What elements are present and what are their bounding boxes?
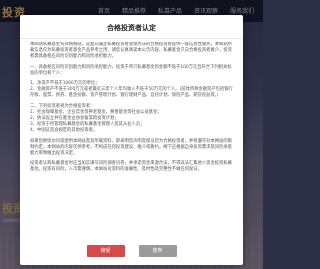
body-paragraph-intro: 本网站私募基金有效网络站，是面向满足私募投资者管理办法的合格投资者提供一般信息性…	[30, 42, 232, 60]
body-paragraph-section-1: 一、具备相应风险识别能力和风险承担能力，投资于单只私募基金的金额不低于100万元…	[30, 64, 232, 76]
body-paragraph-risk: 投资者认购私募基金时应当如实填写风险调查问卷，并承诺资金来源合法，不得非法汇集他…	[30, 161, 232, 173]
decline-button[interactable]: 放弃	[138, 245, 177, 257]
dialog-title: 合格投资者认定	[107, 24, 156, 32]
dialog-divider	[20, 38, 243, 39]
body-paragraph-disclaimer: 如果您继续访问或使用本网站及其所载资料，即表明您声明及保证您为合格投资者，并将遵…	[30, 138, 232, 157]
body-line-2-4: 4、中国证监会规定的其他投资者。	[30, 128, 98, 134]
qualified-investor-dialog: 合格投资者认定 本网站私募基金有效网络站，是面向满足私募投资者管理办法的合格投资…	[20, 15, 243, 265]
body-line-1-2: 2、金融资产不低于300万元或者最近三年个人年均收入不低于50万元的个人。(前款…	[30, 87, 233, 99]
dialog-body[interactable]: 本网站私募基金有效网络站，是面向满足私募投资者管理办法的合格投资者提供一般信息性…	[30, 42, 233, 235]
dialog-actions: 接受 放弃	[20, 245, 243, 257]
accept-button[interactable]: 接受	[86, 245, 125, 257]
